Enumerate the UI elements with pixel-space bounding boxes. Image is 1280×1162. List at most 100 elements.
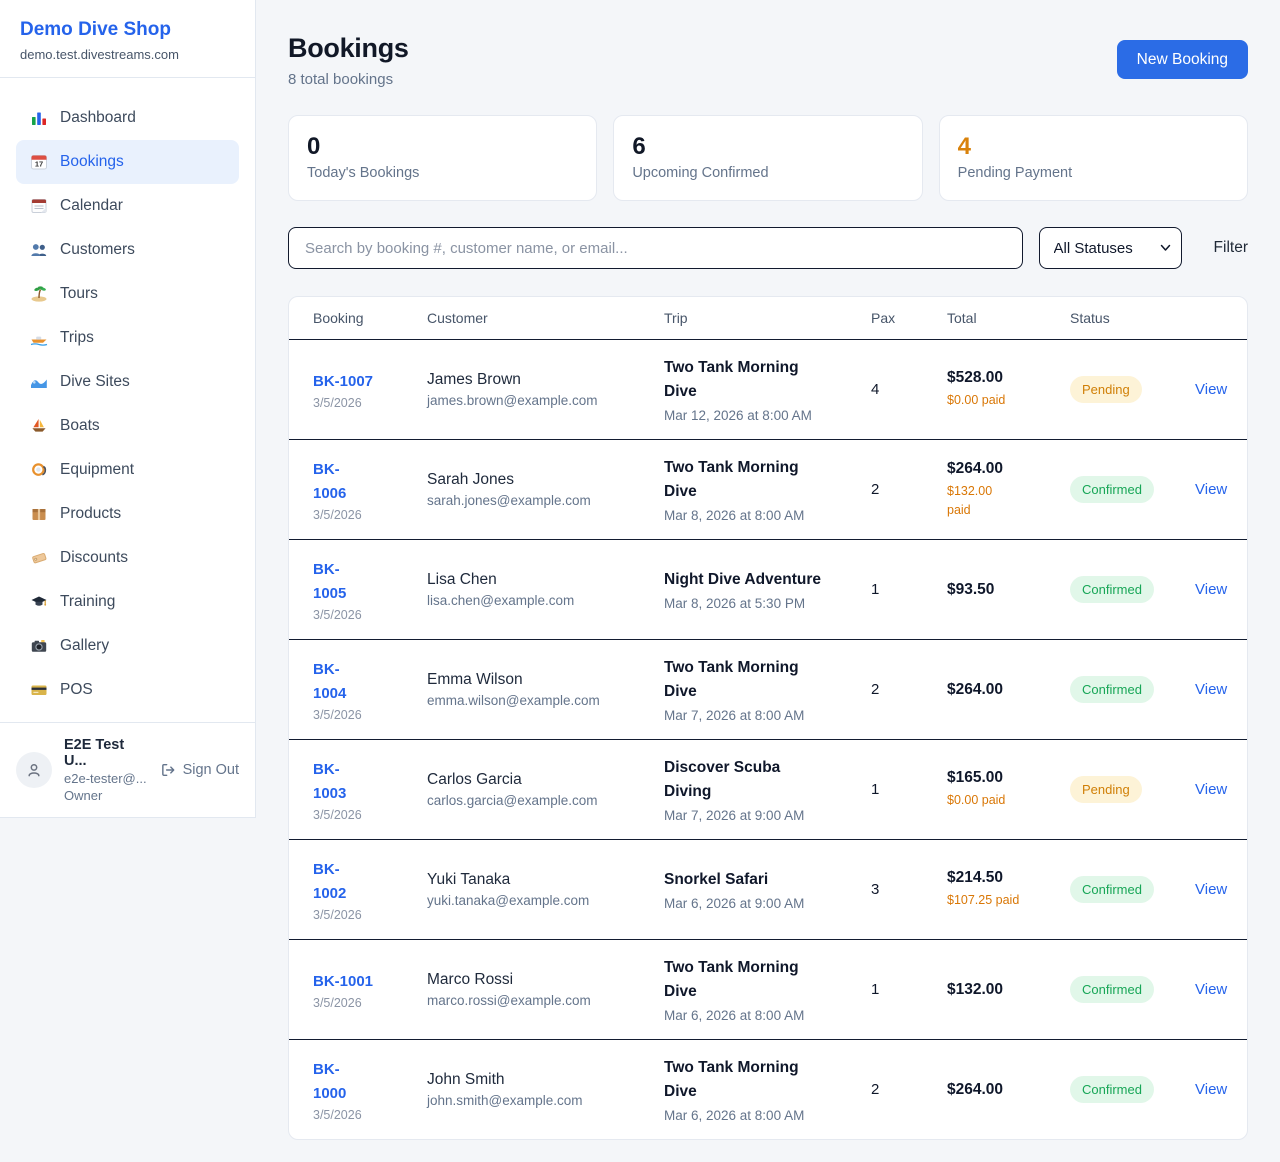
stat-value: 0 — [307, 133, 578, 161]
booking-id-link[interactable]: BK- 1002 — [313, 858, 346, 906]
sidebar-item-dive-sites[interactable]: Dive Sites — [16, 360, 239, 404]
main-content: Bookings 8 total bookings New Booking 0 … — [256, 0, 1280, 1140]
booking-id-link[interactable]: BK- 1004 — [313, 658, 346, 706]
sidebar-item-equipment[interactable]: Equipment — [16, 448, 239, 492]
customer-email: lisa.chen@example.com — [427, 593, 640, 608]
page-header: Bookings 8 total bookings New Booking — [288, 33, 1248, 88]
user-footer: E2E Test U... e2e-tester@... Owner Sign … — [0, 722, 255, 817]
pax-count: 1 — [859, 581, 935, 598]
booking-id-link[interactable]: BK-1001 — [313, 970, 373, 994]
booking-id-link[interactable]: BK- 1003 — [313, 758, 346, 806]
booking-id-link[interactable]: BK- 1006 — [313, 458, 346, 506]
trip-datetime: Mar 6, 2026 at 8:00 AM — [664, 1108, 847, 1123]
col-header-pax: Pax — [859, 310, 935, 326]
booking-date: 3/5/2026 — [313, 708, 403, 722]
sidebar-item-discounts[interactable]: Discounts — [16, 536, 239, 580]
sidebar-item-label: Customers — [60, 241, 135, 259]
view-link[interactable]: View — [1195, 981, 1227, 998]
view-link[interactable]: View — [1195, 581, 1227, 598]
col-header-booking: Booking — [289, 310, 415, 326]
filter-button[interactable]: Filter — [1214, 239, 1248, 257]
view-link[interactable]: View — [1195, 781, 1227, 798]
sidebar-item-label: Bookings — [60, 153, 124, 171]
trip-name: Discover Scuba Diving — [664, 756, 847, 804]
sidebar-item-label: Equipment — [60, 461, 134, 479]
col-header-total: Total — [935, 310, 1058, 326]
pax-count: 2 — [859, 681, 935, 698]
table-row: BK- 10033/5/2026 Carlos Garciacarlos.gar… — [289, 739, 1247, 839]
sidebar-item-trips[interactable]: Trips — [16, 316, 239, 360]
sidebar-item-gallery[interactable]: Gallery — [16, 624, 239, 668]
table-row: BK- 10053/5/2026 Lisa Chenlisa.chen@exam… — [289, 539, 1247, 639]
pax-count: 2 — [859, 1081, 935, 1098]
total-amount: $93.50 — [947, 581, 1046, 599]
total-amount: $132.00 — [947, 981, 1046, 999]
search-input[interactable] — [288, 227, 1023, 269]
booking-date: 3/5/2026 — [313, 508, 403, 522]
package-icon — [30, 505, 48, 523]
stats-cards: 0 Today's Bookings 6 Upcoming Confirmed … — [288, 115, 1248, 201]
shop-domain: demo.test.divestreams.com — [20, 47, 235, 62]
stat-card-pending-payment: 4 Pending Payment — [939, 115, 1248, 201]
new-booking-button[interactable]: New Booking — [1117, 40, 1248, 79]
trip-datetime: Mar 6, 2026 at 8:00 AM — [664, 1008, 847, 1023]
trip-datetime: Mar 8, 2026 at 5:30 PM — [664, 596, 847, 611]
booking-date: 3/5/2026 — [313, 908, 403, 922]
table-row: BK-10073/5/2026 James Brownjames.brown@e… — [289, 339, 1247, 439]
sidebar-item-dashboard[interactable]: Dashboard — [16, 96, 239, 140]
view-link[interactable]: View — [1195, 681, 1227, 698]
camera-icon — [30, 637, 48, 655]
booking-id-link[interactable]: BK-1007 — [313, 370, 373, 394]
sidebar-item-calendar[interactable]: Calendar — [16, 184, 239, 228]
sidebar-item-tours[interactable]: Tours — [16, 272, 239, 316]
col-header-trip: Trip — [652, 310, 859, 326]
total-amount: $528.00 — [947, 369, 1046, 387]
table-row: BK- 10063/5/2026 Sarah Jonessarah.jones@… — [289, 439, 1247, 539]
booking-date: 3/5/2026 — [313, 996, 403, 1010]
pax-count: 1 — [859, 781, 935, 798]
trip-name: Snorkel Safari — [664, 868, 847, 892]
booking-id-link[interactable]: BK- 1000 — [313, 1058, 346, 1106]
trip-datetime: Mar 8, 2026 at 8:00 AM — [664, 508, 847, 523]
sailboat-icon — [30, 417, 48, 435]
paid-amount: $0.00 paid — [947, 391, 1046, 410]
booking-id-link[interactable]: BK- 1005 — [313, 558, 346, 606]
sign-out-button[interactable]: Sign Out — [160, 762, 239, 778]
bar-chart-icon — [30, 109, 48, 127]
status-badge: Confirmed — [1070, 876, 1154, 903]
status-badge: Confirmed — [1070, 1076, 1154, 1103]
island-icon — [30, 285, 48, 303]
page-subtitle: 8 total bookings — [288, 71, 409, 88]
sidebar-item-bookings[interactable]: 17 Bookings — [16, 140, 239, 184]
user-email: e2e-tester@... — [64, 771, 148, 786]
sidebar-item-label: Boats — [60, 417, 100, 435]
sidebar-item-pos[interactable]: POS — [16, 668, 239, 712]
view-link[interactable]: View — [1195, 381, 1227, 398]
status-filter-select[interactable]: All Statuses — [1039, 227, 1182, 269]
customer-name: John Smith — [427, 1071, 640, 1089]
calendar-date-icon: 17 — [30, 153, 48, 171]
svg-text:17: 17 — [35, 160, 43, 169]
sidebar: Demo Dive Shop demo.test.divestreams.com… — [0, 0, 256, 818]
sidebar-item-products[interactable]: Products — [16, 492, 239, 536]
sidebar-item-label: Trips — [60, 329, 94, 347]
view-link[interactable]: View — [1195, 881, 1227, 898]
sidebar-item-boats[interactable]: Boats — [16, 404, 239, 448]
view-link[interactable]: View — [1195, 481, 1227, 498]
logout-icon — [160, 762, 176, 778]
sidebar-item-label: Training — [60, 593, 115, 611]
view-link[interactable]: View — [1195, 1081, 1227, 1098]
stat-label: Pending Payment — [958, 165, 1229, 181]
total-amount: $214.50 — [947, 869, 1046, 887]
person-icon — [25, 761, 43, 779]
sidebar-item-training[interactable]: Training — [16, 580, 239, 624]
grad-cap-icon — [30, 593, 48, 611]
stat-card-upcoming-confirmed: 6 Upcoming Confirmed — [613, 115, 922, 201]
users-icon — [30, 241, 48, 259]
credit-card-icon — [30, 681, 48, 699]
trip-datetime: Mar 6, 2026 at 9:00 AM — [664, 896, 847, 911]
sidebar-item-customers[interactable]: Customers — [16, 228, 239, 272]
customer-email: emma.wilson@example.com — [427, 693, 640, 708]
customer-name: Carlos Garcia — [427, 771, 640, 789]
stat-label: Today's Bookings — [307, 165, 578, 181]
